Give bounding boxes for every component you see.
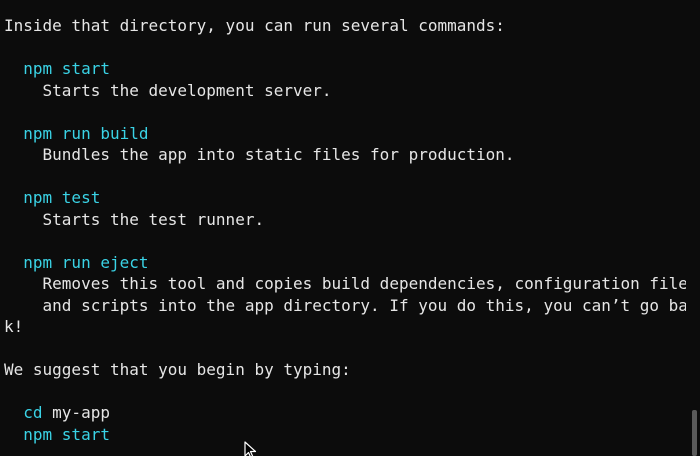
mouse-pointer-icon bbox=[244, 441, 257, 456]
suggested-npm-start: npm start bbox=[23, 424, 110, 444]
intro-line: Inside that directory, you can run sever… bbox=[4, 16, 505, 35]
wrapped-text: k! bbox=[4, 317, 24, 336]
scrollbar-track[interactable] bbox=[686, 0, 700, 456]
command-description: Starts the test runner. bbox=[42, 209, 265, 229]
command-description: Starts the development server. bbox=[42, 80, 332, 100]
terminal-output[interactable]: Inside that directory, you can run sever… bbox=[0, 0, 700, 456]
command-npm-test: npm test bbox=[23, 188, 101, 207]
command-description: Bundles the app into static files for pr… bbox=[42, 145, 515, 164]
command-npm-start: npm start bbox=[23, 59, 110, 78]
command-npm-run-eject: npm run eject bbox=[23, 252, 149, 272]
command-description: and scripts into the app directory. If y… bbox=[42, 295, 698, 315]
command-description: Removes this tool and copies build depen… bbox=[42, 274, 698, 293]
scrollbar-thumb[interactable] bbox=[692, 410, 697, 456]
suggested-cd-command: cd my-app bbox=[23, 403, 110, 422]
suggest-line: We suggest that you begin by typing: bbox=[4, 360, 351, 379]
command-npm-run-build: npm run build bbox=[23, 123, 149, 143]
